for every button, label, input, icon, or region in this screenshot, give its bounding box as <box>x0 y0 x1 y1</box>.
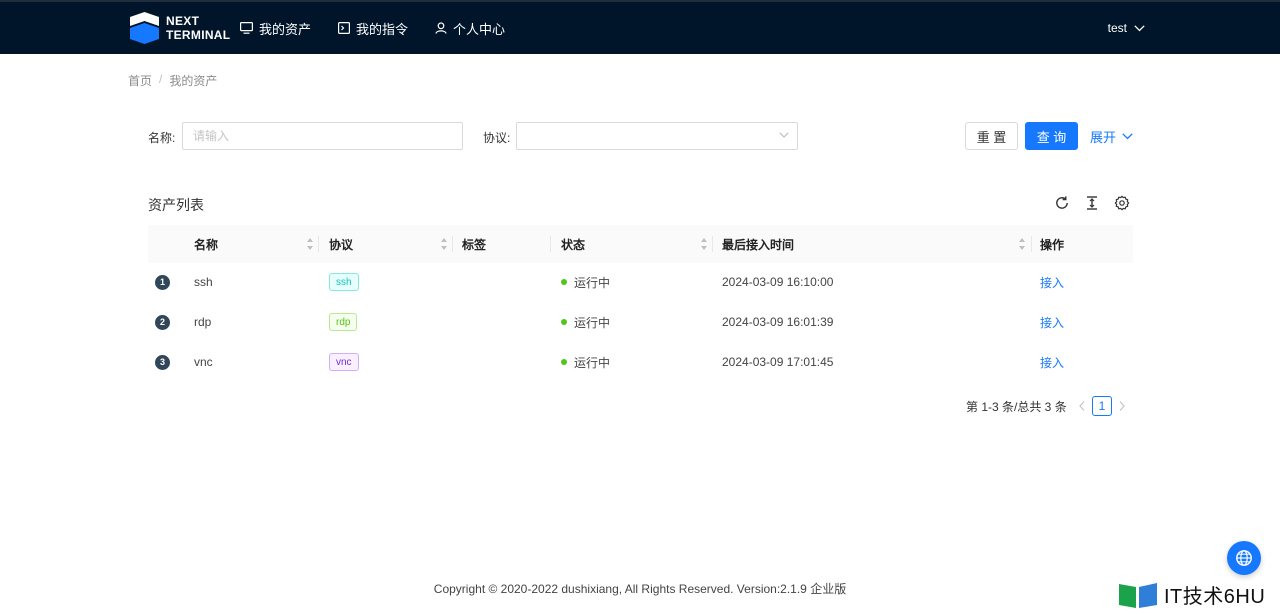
chevron-down-icon <box>1122 132 1133 139</box>
breadcrumb-separator: / <box>159 72 163 86</box>
user-menu[interactable]: test <box>1108 2 1145 54</box>
sort-icon[interactable] <box>440 237 448 251</box>
table-row: 1 ssh ssh 运行中 2024-03-09 16:10:00 接入 <box>148 262 1133 302</box>
expand-label: 展开 <box>1090 129 1117 145</box>
last-access-time: 2024-03-09 17:01:45 <box>722 355 834 369</box>
logo-line-1: NEXT <box>166 14 200 28</box>
chevron-down-icon <box>779 132 789 138</box>
list-title: 资产列表 <box>148 197 204 213</box>
user-icon <box>435 22 447 34</box>
asset-name: rdp <box>194 315 212 329</box>
status-cell: 运行中 <box>561 302 610 342</box>
sort-icon[interactable] <box>306 237 314 251</box>
chevron-down-icon <box>1134 24 1145 31</box>
query-button[interactable]: 查 询 <box>1025 122 1078 150</box>
nav-label: 个人中心 <box>453 21 506 37</box>
terminal-icon <box>338 22 351 34</box>
column-header-protocol[interactable]: 协议 <box>329 225 353 263</box>
page-number[interactable]: 1 <box>1092 396 1112 416</box>
nav-my-assets[interactable]: 我的资产 <box>240 19 311 38</box>
pagination-total: 第 1-3 条/总共 3 条 <box>966 400 1067 414</box>
column-divider <box>712 236 713 252</box>
username: test <box>1107 21 1127 35</box>
column-divider <box>1031 236 1032 252</box>
book-logo-icon <box>1119 582 1157 608</box>
footer-copyright: Copyright © 2020-2022 dushixiang, All Ri… <box>433 582 847 596</box>
protocol-label: 协议: <box>483 131 511 145</box>
name-search-input[interactable] <box>182 122 463 150</box>
status-cell: 运行中 <box>561 262 610 302</box>
table-row: 2 rdp rdp 运行中 2024-03-09 16:01:39 接入 <box>148 302 1133 342</box>
last-access-time: 2024-03-09 16:10:00 <box>722 275 834 289</box>
status-dot-icon <box>561 319 567 325</box>
status-text: 运行中 <box>574 315 611 330</box>
protocol-tag: ssh <box>329 273 359 291</box>
reset-button[interactable]: 重 置 <box>965 122 1018 150</box>
connect-link[interactable]: 接入 <box>1040 302 1064 342</box>
column-header-tags: 标签 <box>462 237 487 252</box>
protocol-tag: vnc <box>329 353 359 371</box>
column-header-actions: 操作 <box>1040 237 1065 252</box>
status-dot-icon <box>561 359 567 365</box>
row-index: 3 <box>155 354 170 370</box>
column-divider <box>452 236 453 252</box>
nav-my-commands[interactable]: 我的指令 <box>338 19 408 38</box>
breadcrumb-home[interactable]: 首页 <box>128 72 152 89</box>
logo-text: NEXT TERMINAL <box>166 14 230 42</box>
reload-icon[interactable] <box>1054 195 1070 211</box>
table-row: 3 vnc vnc 运行中 2024-03-09 17:01:45 接入 <box>148 342 1133 382</box>
main-nav: 我的资产 我的指令 个人中心 <box>240 2 532 54</box>
nav-personal-center[interactable]: 个人中心 <box>435 19 505 38</box>
column-divider <box>550 236 551 252</box>
column-height-icon[interactable] <box>1084 195 1100 211</box>
asset-name: ssh <box>194 275 213 289</box>
logo[interactable]: NEXT TERMINAL <box>130 12 230 44</box>
last-access-time: 2024-03-09 16:01:39 <box>722 315 834 329</box>
protocol-select[interactable] <box>516 122 798 150</box>
next-page-icon[interactable] <box>1118 400 1126 412</box>
sort-icon[interactable] <box>1018 237 1026 251</box>
language-switch-button[interactable] <box>1227 541 1261 575</box>
expand-toggle[interactable]: 展开 <box>1090 122 1133 150</box>
breadcrumb: 首页 / 我的资产 <box>128 72 217 89</box>
row-index: 1 <box>155 274 170 290</box>
breadcrumb-current: 我的资产 <box>169 74 218 88</box>
column-divider <box>318 236 319 252</box>
column-header-status[interactable]: 状态 <box>561 225 585 263</box>
status-text: 运行中 <box>574 275 611 290</box>
watermark: IT技术6HU <box>1118 580 1265 609</box>
name-label: 名称: <box>148 131 176 145</box>
next-terminal-logo-icon <box>130 12 159 44</box>
column-header-name[interactable]: 名称 <box>194 225 218 263</box>
desktop-icon <box>240 22 253 34</box>
status-text: 运行中 <box>574 355 611 370</box>
asset-name: vnc <box>194 355 213 369</box>
top-navbar: NEXT TERMINAL 我的资产 我的指令 个人中心 test <box>0 0 1280 54</box>
row-index: 2 <box>155 314 170 330</box>
globe-icon <box>1236 550 1252 566</box>
column-header-last-access[interactable]: 最后接入时间 <box>722 225 794 263</box>
nav-label: 我的资产 <box>259 21 312 37</box>
settings-gear-icon[interactable] <box>1114 195 1130 211</box>
watermark-text: IT技术6HU <box>1164 586 1266 608</box>
sort-icon[interactable] <box>700 237 708 251</box>
prev-page-icon[interactable] <box>1078 400 1086 412</box>
table-header: 名称 协议 标签 状态 最后接入时间 操作 <box>148 225 1133 263</box>
connect-link[interactable]: 接入 <box>1040 262 1064 302</box>
status-cell: 运行中 <box>561 342 610 382</box>
status-dot-icon <box>561 279 567 285</box>
protocol-tag: rdp <box>329 313 358 331</box>
logo-line-2: TERMINAL <box>166 28 231 42</box>
connect-link[interactable]: 接入 <box>1040 342 1064 382</box>
nav-label: 我的指令 <box>356 21 409 37</box>
